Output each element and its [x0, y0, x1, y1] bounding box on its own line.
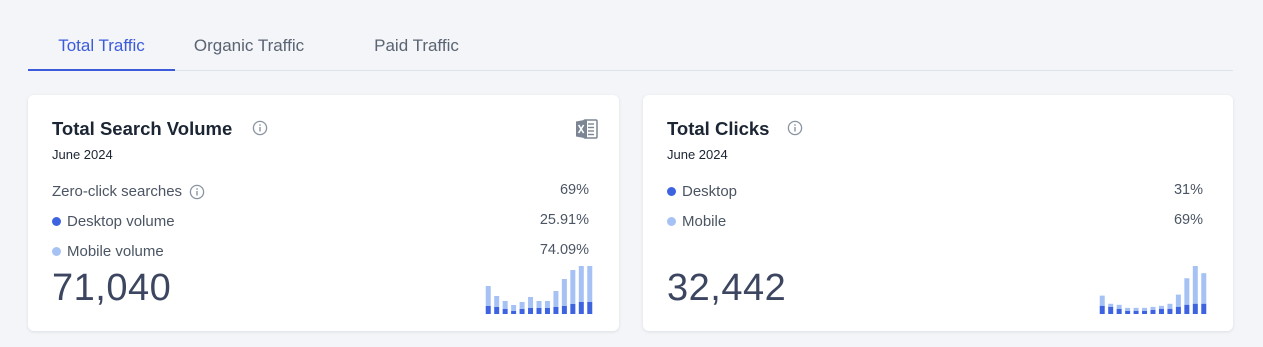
bar-mobile	[1116, 304, 1122, 309]
bar-mobile	[1125, 307, 1131, 311]
bar-mobile	[578, 266, 584, 302]
bar-desktop	[528, 308, 534, 314]
bar-mobile	[536, 301, 542, 308]
total-clicks-value: 32,442	[667, 267, 787, 309]
bar-desktop	[1158, 308, 1164, 314]
clicks-card: Total Clicks June 2024 Desktop 31% Mobil…	[643, 95, 1233, 331]
bar-desktop	[536, 308, 542, 314]
bar-mobile	[553, 291, 559, 307]
zero-click-value: 69%	[559, 182, 589, 198]
desktop-dot-icon	[52, 217, 61, 226]
bar-mobile	[502, 301, 508, 309]
desktop-volume-value: 25.91%	[539, 212, 589, 228]
mobile-dot-icon	[667, 217, 676, 226]
bar-desktop	[561, 306, 567, 314]
mobile-volume-label: Mobile volume	[52, 243, 164, 260]
zero-click-label: Zero-click searches	[52, 183, 205, 200]
desktop-clicks-label: Desktop	[667, 183, 737, 200]
search-volume-sparkline	[485, 266, 593, 314]
bar-desktop	[1192, 303, 1198, 314]
traffic-tabs: Total Traffic Organic Traffic Paid Traff…	[28, 22, 1233, 71]
bar-desktop	[1108, 306, 1114, 314]
bar-mobile	[1192, 266, 1198, 304]
excel-export-icon[interactable]	[575, 118, 599, 140]
mobile-dot-icon	[52, 247, 61, 256]
bar-desktop	[1142, 310, 1148, 314]
period-label: June 2024	[52, 147, 113, 162]
bar-desktop	[502, 309, 508, 314]
bar-desktop	[587, 302, 593, 314]
tab-paid-traffic[interactable]: Paid Traffic	[353, 22, 480, 70]
bar-mobile	[528, 297, 534, 308]
bar-desktop	[485, 306, 491, 314]
bar-mobile	[544, 301, 550, 308]
bar-mobile	[1175, 294, 1181, 307]
bar-desktop	[570, 304, 576, 314]
bar-mobile	[511, 305, 517, 311]
bar-mobile	[1099, 295, 1105, 306]
period-label: June 2024	[667, 147, 728, 162]
mobile-volume-value: 74.09%	[539, 242, 589, 258]
tab-organic-traffic[interactable]: Organic Traffic	[175, 22, 323, 70]
bar-desktop	[1184, 304, 1190, 314]
info-icon[interactable]	[787, 120, 803, 136]
bar-mobile	[587, 266, 593, 302]
bar-mobile	[1201, 273, 1207, 304]
clicks-sparkline	[1099, 266, 1207, 314]
bar-mobile	[1108, 303, 1114, 307]
bar-desktop	[1175, 306, 1181, 314]
mobile-clicks-text: Mobile	[682, 213, 727, 230]
desktop-clicks-text: Desktop	[682, 183, 738, 200]
bar-desktop	[1133, 310, 1139, 314]
bar-desktop	[519, 309, 525, 314]
bar-desktop	[1099, 305, 1105, 314]
desktop-volume-text: Desktop volume	[67, 213, 175, 230]
bar-desktop	[1125, 310, 1131, 314]
bar-mobile	[519, 302, 525, 309]
bar-mobile	[1142, 307, 1148, 311]
bar-desktop	[511, 311, 517, 314]
card-title: Total Search Volume	[52, 118, 233, 139]
bar-desktop	[1116, 308, 1122, 314]
bar-desktop	[1150, 309, 1156, 314]
mobile-clicks-value: 69%	[1173, 212, 1203, 228]
bar-desktop	[578, 302, 584, 314]
zero-click-text: Zero-click searches	[52, 183, 183, 200]
search-volume-card: Total Search Volume June 2024 Zero-click…	[28, 95, 619, 331]
bar-mobile	[561, 279, 567, 306]
bar-desktop	[494, 307, 500, 314]
bar-desktop	[1201, 303, 1207, 314]
bar-desktop	[1167, 308, 1173, 314]
bar-desktop	[544, 308, 550, 314]
bar-mobile	[570, 270, 576, 304]
info-icon[interactable]	[189, 184, 205, 200]
mobile-volume-text: Mobile volume	[67, 243, 164, 260]
info-icon[interactable]	[252, 120, 268, 136]
bar-mobile	[1158, 305, 1164, 309]
bar-mobile	[485, 286, 491, 306]
card-title: Total Clicks	[667, 118, 770, 139]
tab-total-traffic[interactable]: Total Traffic	[28, 22, 175, 71]
desktop-dot-icon	[667, 187, 676, 196]
desktop-clicks-value: 31%	[1173, 182, 1203, 198]
bar-mobile	[1133, 307, 1139, 311]
desktop-volume-label: Desktop volume	[52, 213, 175, 230]
bar-mobile	[1184, 278, 1190, 305]
total-search-volume-value: 71,040	[52, 267, 172, 309]
bar-mobile	[1150, 306, 1156, 310]
mobile-clicks-label: Mobile	[667, 213, 726, 230]
bar-mobile	[1167, 303, 1173, 309]
bar-desktop	[553, 307, 559, 314]
bar-mobile	[494, 296, 500, 307]
